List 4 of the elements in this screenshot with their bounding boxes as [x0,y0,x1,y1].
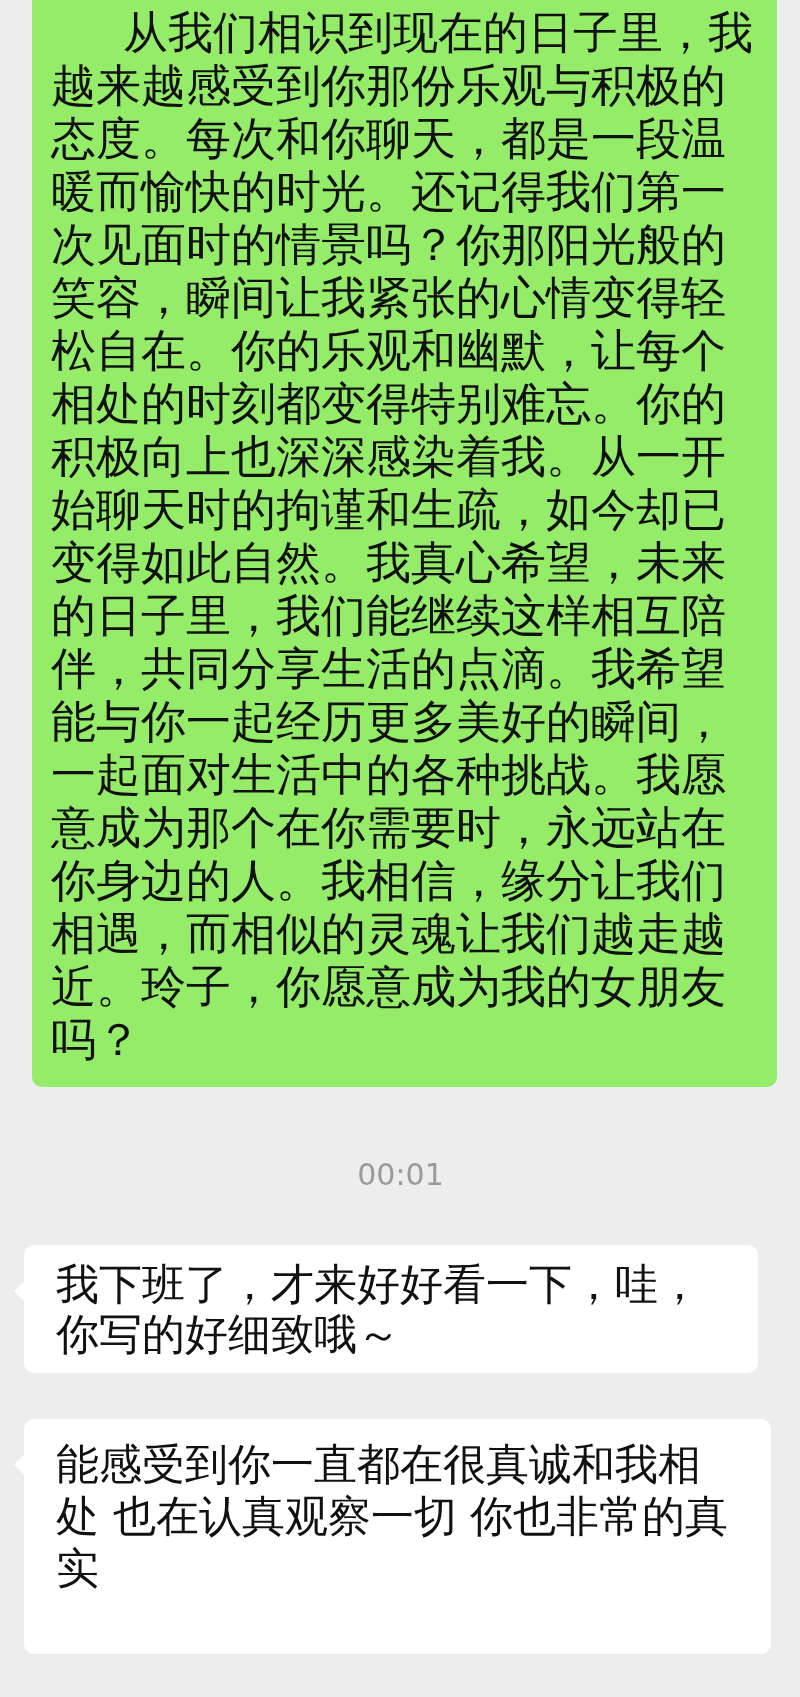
message-bubble: 我下班了，才来好好看一下，哇，你写的好细致哦～ [24,1245,758,1373]
message-bubble: 能感受到你一直都在很真诚和我相处 也在认真观察一切 你也非常的真实 [24,1419,771,1654]
timestamp: 00:01 [356,1157,445,1193]
message-bubble: 从我们相识到现在的日子里，我越来越感受到你那份乐观与积极的态度。每次和你聊天，都是一段温暖而愉快的时光。还记得我们第一次见面时的情景吗？你那阳光般的笑容，瞬间让我紧张的心情变得轻松自在。你的乐观和幽默，让每个相处的时刻都变得特别难忘。你的积极向上也深深感染着我。从一开始聊天时的拘谨和生疏，如今却已变得如此自然。我真心希望，未来的日子里，我们能继续这样相互陪伴，共同分享生活的点滴。我希望能与你一起经历更多美好的瞬间，一起面对生活中的各种挑战。我愿意成为那个在你需要时，永远站在你身边的人。我相信，缘分让我们相遇，而相似的灵魂让我们越走越近。玲子，你愿意成为我的女朋友吗？ [32,0,777,1087]
